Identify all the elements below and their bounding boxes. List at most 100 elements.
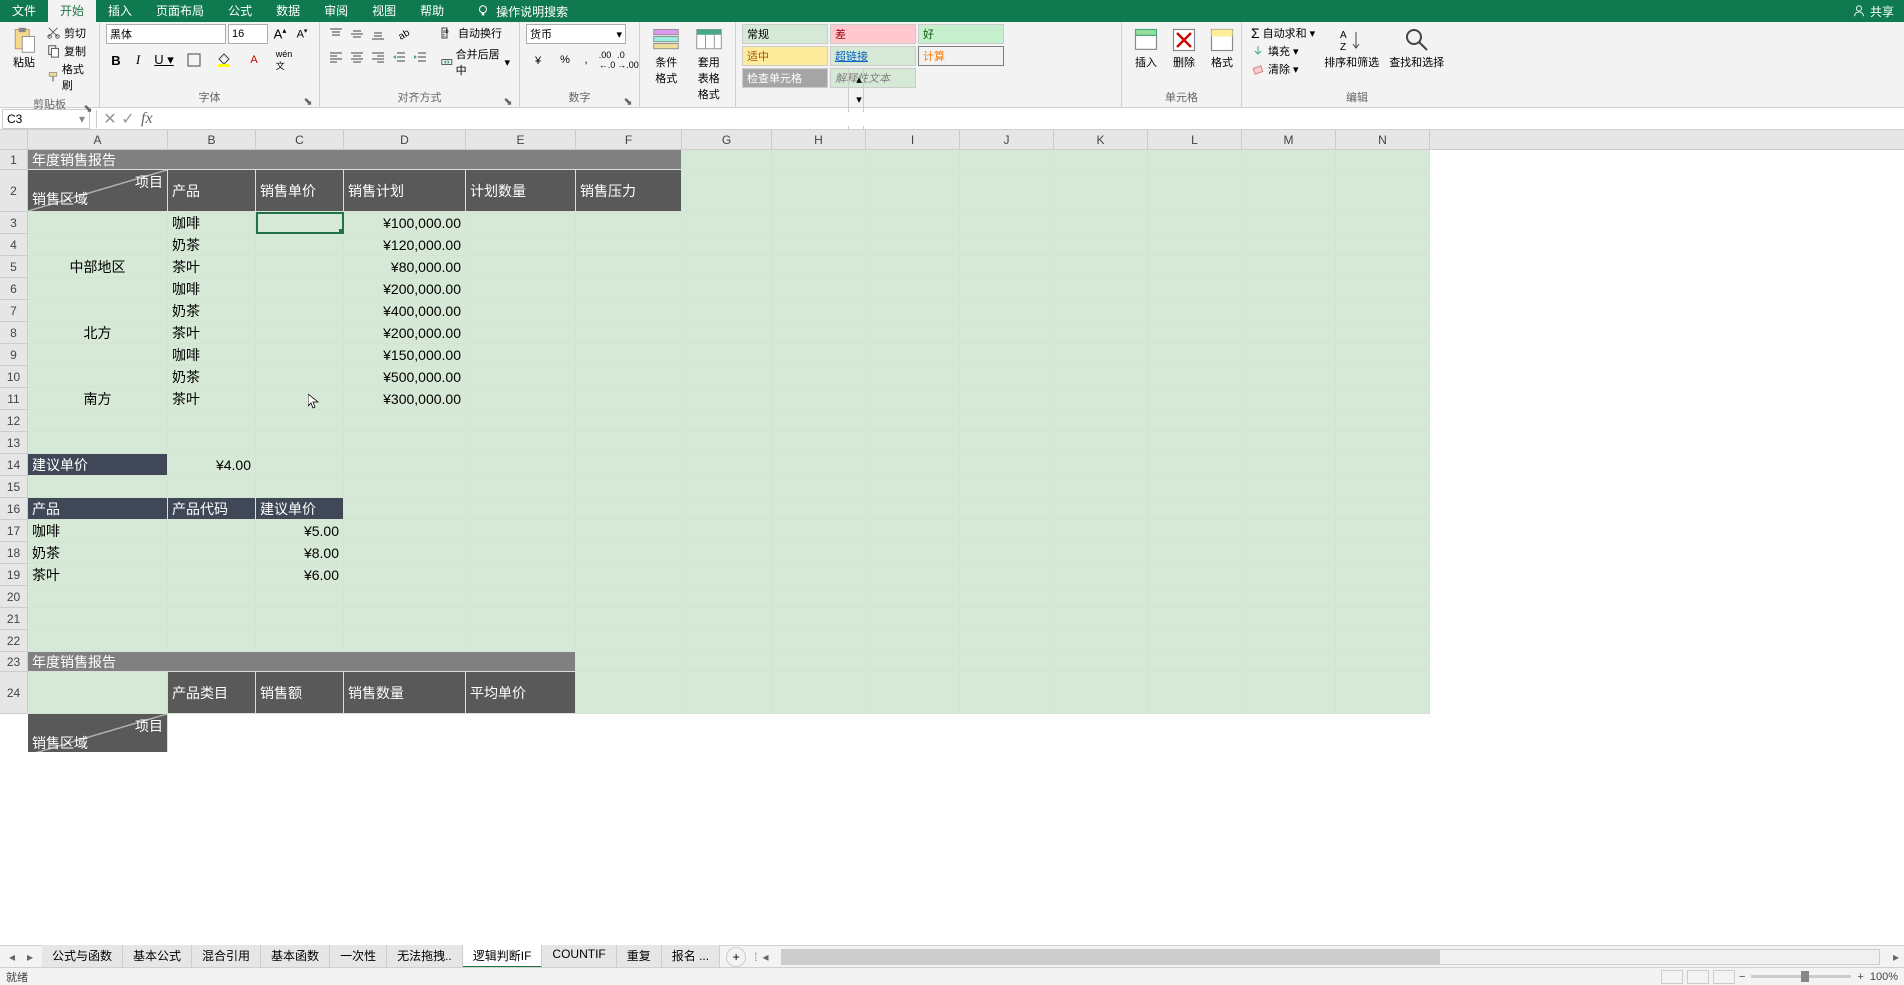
cell-N13[interactable] [1336, 432, 1430, 454]
add-sheet-button[interactable]: + [726, 947, 746, 967]
cell-G1[interactable] [682, 150, 772, 170]
cell-N5[interactable] [1336, 256, 1430, 278]
cell-B6[interactable]: 咖啡 [168, 278, 256, 300]
cell-M12[interactable] [1242, 410, 1336, 432]
cell-M24[interactable] [1242, 672, 1336, 714]
cell-G18[interactable] [682, 542, 772, 564]
cell-E18[interactable] [466, 542, 576, 564]
cell-M17[interactable] [1242, 520, 1336, 542]
cell-K24[interactable] [1054, 672, 1148, 714]
cell-M11[interactable] [1242, 388, 1336, 410]
cell-C22[interactable] [256, 630, 344, 652]
cell-F20[interactable] [576, 586, 682, 608]
row-header-9[interactable]: 9 [0, 344, 28, 366]
cell-N21[interactable] [1336, 608, 1430, 630]
cell-K13[interactable] [1054, 432, 1148, 454]
cell-K9[interactable] [1054, 344, 1148, 366]
cell-C21[interactable] [256, 608, 344, 630]
cell-F22[interactable] [576, 630, 682, 652]
format-cells-button[interactable]: 格式 [1204, 24, 1240, 72]
align-launcher[interactable]: ⬊ [503, 95, 513, 105]
cell-D2[interactable]: 销售计划 [344, 170, 466, 212]
cell-G20[interactable] [682, 586, 772, 608]
cell-N15[interactable] [1336, 476, 1430, 498]
cell-J1[interactable] [960, 150, 1054, 170]
cell-N22[interactable] [1336, 630, 1430, 652]
cell-J16[interactable] [960, 498, 1054, 520]
col-header-A[interactable]: A [28, 130, 168, 149]
cell-F16[interactable] [576, 498, 682, 520]
cell-E17[interactable] [466, 520, 576, 542]
cell-K11[interactable] [1054, 388, 1148, 410]
cell-G13[interactable] [682, 432, 772, 454]
select-all-corner[interactable] [0, 130, 28, 149]
hscroll-left[interactable]: ◂ [757, 949, 773, 965]
cell-I1[interactable] [866, 150, 960, 170]
cell-K12[interactable] [1054, 410, 1148, 432]
cell-F14[interactable] [576, 454, 682, 476]
cell-N20[interactable] [1336, 586, 1430, 608]
cell-B3[interactable]: 咖啡 [168, 212, 256, 234]
cell-B9[interactable]: 咖啡 [168, 344, 256, 366]
formula-input[interactable] [157, 112, 1904, 126]
cell-B12[interactable] [168, 410, 256, 432]
cell-K7[interactable] [1054, 300, 1148, 322]
cell-D18[interactable] [344, 542, 466, 564]
cell-D22[interactable] [344, 630, 466, 652]
cell-J11[interactable] [960, 388, 1054, 410]
cell-M16[interactable] [1242, 498, 1336, 520]
find-select-button[interactable]: 查找和选择 [1385, 24, 1448, 72]
bold-button[interactable]: B [106, 50, 126, 70]
cell-J23[interactable] [960, 652, 1054, 672]
fx-icon[interactable]: fx [141, 110, 153, 128]
cell-L15[interactable] [1148, 476, 1242, 498]
col-header-G[interactable]: G [682, 130, 772, 149]
cell-A17[interactable]: 咖啡 [28, 520, 168, 542]
cell-I12[interactable] [866, 410, 960, 432]
cell-L6[interactable] [1148, 278, 1242, 300]
cell-I3[interactable] [866, 212, 960, 234]
cell-E16[interactable] [466, 498, 576, 520]
cell-E3[interactable] [466, 212, 576, 234]
cell-L19[interactable] [1148, 564, 1242, 586]
cell-M5[interactable] [1242, 256, 1336, 278]
cell-I19[interactable] [866, 564, 960, 586]
cell-E12[interactable] [466, 410, 576, 432]
cell-L22[interactable] [1148, 630, 1242, 652]
accounting-format-button[interactable]: ¥ [526, 50, 554, 70]
cell-B4[interactable]: 奶茶 [168, 234, 256, 256]
cell-H1[interactable] [772, 150, 866, 170]
cell-H15[interactable] [772, 476, 866, 498]
cell-H24[interactable] [772, 672, 866, 714]
cell-F21[interactable] [576, 608, 682, 630]
style-check[interactable]: 检查单元格 [742, 68, 828, 88]
cell-B11[interactable]: 茶叶 [168, 388, 256, 410]
cell-F18[interactable] [576, 542, 682, 564]
cell-F13[interactable] [576, 432, 682, 454]
cell-B15[interactable] [168, 476, 256, 498]
cell-G14[interactable] [682, 454, 772, 476]
cell-H20[interactable] [772, 586, 866, 608]
cell-N7[interactable] [1336, 300, 1430, 322]
cell-E8[interactable] [466, 322, 576, 344]
cell-J8[interactable] [960, 322, 1054, 344]
cell-E2[interactable]: 计划数量 [466, 170, 576, 212]
cell-N12[interactable] [1336, 410, 1430, 432]
cell-K18[interactable] [1054, 542, 1148, 564]
col-header-L[interactable]: L [1148, 130, 1242, 149]
cell-K16[interactable] [1054, 498, 1148, 520]
col-header-D[interactable]: D [344, 130, 466, 149]
cell-K10[interactable] [1054, 366, 1148, 388]
cell-N6[interactable] [1336, 278, 1430, 300]
cell-C18[interactable]: ¥8.00 [256, 542, 344, 564]
cell-D15[interactable] [344, 476, 466, 498]
cell-F23[interactable] [576, 652, 682, 672]
comma-button[interactable]: , [576, 50, 596, 70]
cell-A2[interactable]: 项目销售区域 [28, 170, 168, 212]
col-header-B[interactable]: B [168, 130, 256, 149]
cell-K22[interactable] [1054, 630, 1148, 652]
cell-D19[interactable] [344, 564, 466, 586]
row-header-19[interactable]: 19 [0, 564, 28, 586]
cell-A18[interactable]: 奶茶 [28, 542, 168, 564]
cell-B19[interactable] [168, 564, 256, 586]
